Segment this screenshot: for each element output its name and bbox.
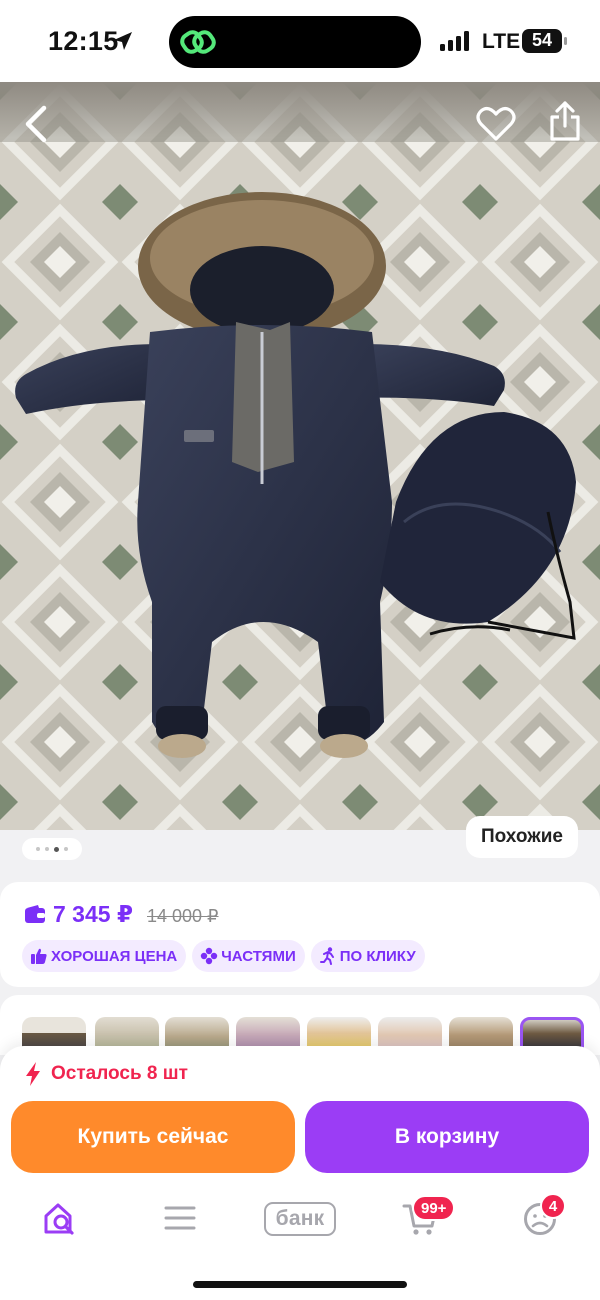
dynamic-island [169, 16, 421, 68]
similar-products-button[interactable]: Похожие [466, 816, 578, 858]
lightning-icon [26, 1062, 40, 1086]
status-time: 12:15 [48, 26, 119, 56]
battery-level: 54 [531, 30, 553, 50]
gallery-pagination [22, 838, 82, 860]
back-chevron-icon[interactable] [18, 102, 54, 146]
running-person-icon [319, 947, 334, 965]
parts-icon [201, 947, 218, 965]
badges-row: ХОРОШАЯ ЦЕНА ЧАСТЯМИ ПО КЛИКУ [22, 940, 425, 972]
badge-label: ЧАСТЯМИ [221, 947, 296, 965]
thumbs-up-icon [31, 948, 47, 964]
price-current: 7 345 ₽ [53, 901, 133, 927]
pagination-dot-active [54, 846, 59, 852]
home-search-icon[interactable] [42, 1200, 78, 1236]
price-card: 7 345 ₽ 14 000 ₽ ХОРОШАЯ ЦЕНА ЧАСТЯМИ ПО… [0, 882, 600, 987]
add-to-cart-button[interactable]: В корзину [305, 1101, 589, 1173]
pagination-dot [64, 847, 68, 851]
battery-icon: 54 [522, 29, 568, 53]
stock-remaining: Осталось 8 шт [51, 1063, 188, 1084]
link-app-icon [180, 30, 216, 54]
price-old: 14 000 ₽ [147, 906, 219, 926]
product-image[interactable] [0, 82, 600, 830]
location-arrow-icon [114, 32, 132, 50]
badge-one-click[interactable]: ПО КЛИКУ [310, 940, 425, 972]
pagination-dot [45, 847, 49, 851]
heart-icon[interactable] [476, 106, 516, 142]
signal-icon [440, 31, 469, 51]
network-type: LTE [482, 30, 521, 53]
share-icon[interactable] [548, 100, 582, 142]
pagination-dot [36, 847, 40, 851]
badge-good-price[interactable]: ХОРОШАЯ ЦЕНА [22, 940, 187, 972]
profile-notification-badge: 4 [540, 1193, 566, 1219]
buy-now-button[interactable]: Купить сейчас [11, 1101, 295, 1173]
badge-label: ХОРОШАЯ ЦЕНА [51, 947, 178, 965]
badge-label: ПО КЛИКУ [339, 947, 416, 965]
home-indicator [193, 1281, 407, 1288]
nav-bank[interactable]: банк [264, 1202, 336, 1236]
catalog-menu-icon[interactable] [164, 1204, 196, 1232]
wallet-icon [25, 905, 45, 923]
badge-installments[interactable]: ЧАСТЯМИ [192, 940, 305, 972]
status-bar: 12:15 LTE 54 [0, 0, 600, 82]
product-photo [0, 82, 600, 830]
cart-count-badge: 99+ [412, 1195, 456, 1221]
